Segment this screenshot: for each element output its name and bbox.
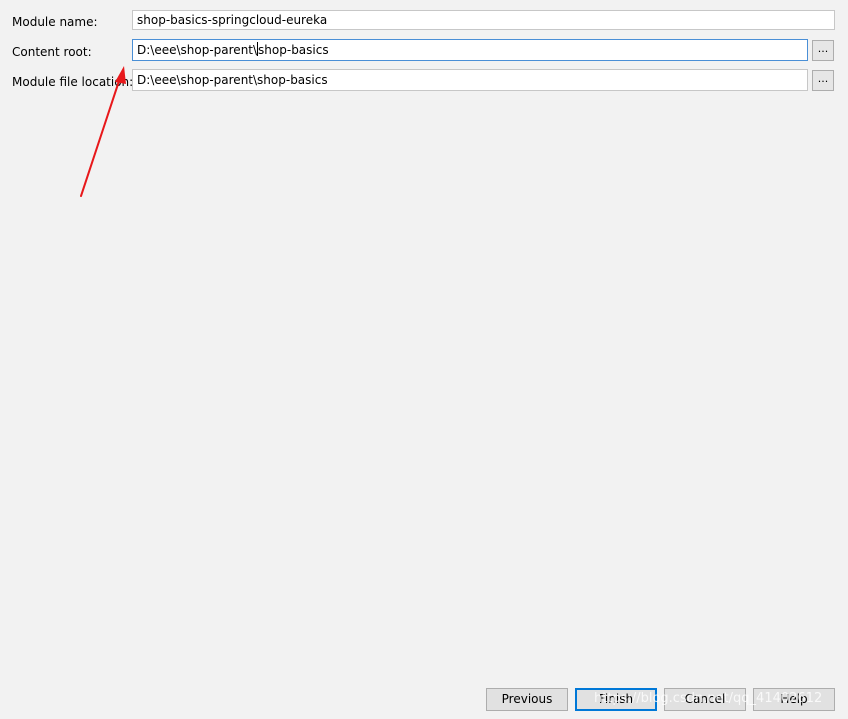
help-button[interactable]: Help [753,688,835,711]
module-file-location-input[interactable]: D:\eee\shop-parent\shop-basics [132,69,808,91]
content-root-value-start: D:\eee\shop-parent\ [137,43,258,57]
module-file-location-browse-button[interactable]: ... [812,70,834,91]
module-name-input[interactable]: shop-basics-springcloud-eureka [132,10,835,30]
module-file-location-label: Module file location: [12,75,134,89]
previous-button[interactable]: Previous [486,688,568,711]
module-file-location-row: Module file location: D:\eee\shop-parent… [0,69,848,94]
module-name-row: Module name: shop-basics-springcloud-eur… [0,10,848,34]
content-root-label: Content root: [12,45,92,59]
module-name-label: Module name: [12,15,98,29]
cancel-button[interactable]: Cancel [664,688,746,711]
content-root-input[interactable]: D:\eee\shop-parent\shop-basics [132,39,808,61]
content-root-row: Content root: D:\eee\shop-parent\shop-ba… [0,39,848,64]
arrow-shaft [80,77,121,197]
content-root-value-end: shop-basics [258,43,329,57]
annotation-arrow [80,66,126,197]
content-root-browse-button[interactable]: ... [812,40,834,61]
finish-button[interactable]: Finish [575,688,657,711]
